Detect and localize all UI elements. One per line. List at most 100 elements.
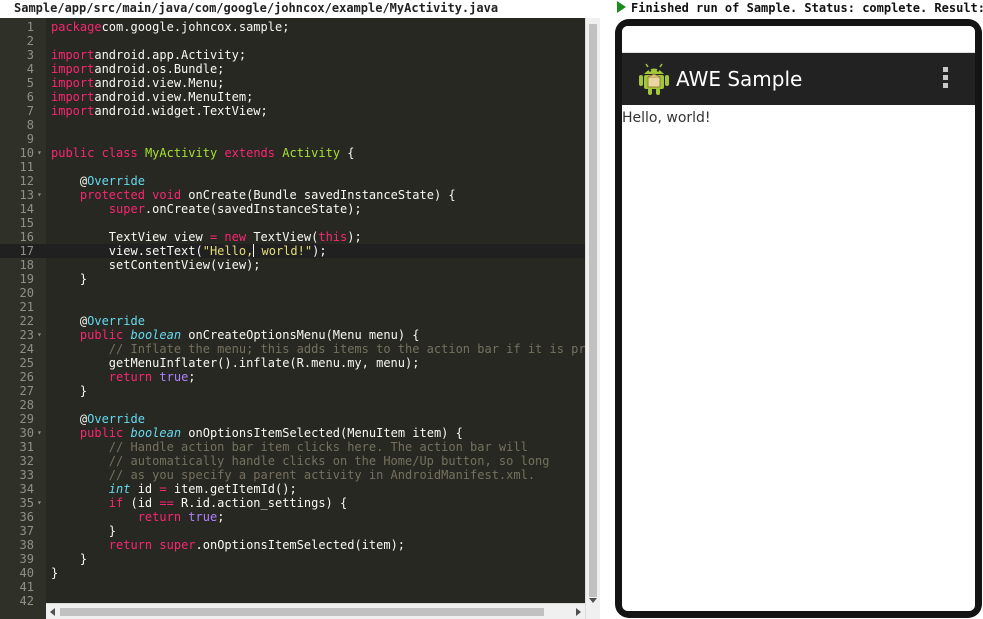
code-text: // as you specify a parent activity in A…	[51, 468, 535, 482]
code-line[interactable]: 9	[0, 132, 585, 146]
code-line[interactable]: 23 ▾ public boolean onCreateOptionsMenu(M…	[0, 328, 585, 342]
code-line[interactable]: 36 return true;	[0, 510, 585, 524]
code-token: android.view.MenuItem;	[94, 90, 254, 104]
line-number: 6	[26, 90, 34, 104]
line-number: 41	[19, 580, 34, 594]
vertical-scroll-thumb[interactable]	[589, 24, 597, 597]
code-line[interactable]: 3 importandroid.app.Activity;	[0, 48, 585, 62]
code-line[interactable]: 1 packagecom.google.johncox.sample;	[0, 20, 585, 34]
horizontal-scrollbar[interactable]	[46, 603, 585, 619]
code-line[interactable]: 12 @Override	[0, 174, 585, 188]
code-line[interactable]: 40}	[0, 566, 585, 580]
code-token: }	[51, 272, 88, 286]
code-text: importandroid.view.MenuItem;	[51, 90, 253, 104]
code-line[interactable]: 31 // Handle action bar item clicks here…	[0, 440, 585, 454]
code-text: @Override	[51, 412, 145, 426]
code-line[interactable]: 2	[0, 34, 585, 48]
code-token: (id	[123, 496, 160, 510]
code-token: }	[51, 384, 88, 398]
line-number: 30	[19, 426, 34, 440]
code-line[interactable]: 11	[0, 160, 585, 174]
vertical-scrollbar[interactable]	[585, 18, 600, 619]
code-token: id	[130, 482, 160, 496]
code-token: {	[340, 146, 355, 160]
code-line[interactable]: 25 getMenuInflater().inflate(R.menu.my, …	[0, 356, 585, 370]
scroll-left-icon[interactable]	[50, 608, 55, 616]
code-line[interactable]: 5 importandroid.view.Menu;	[0, 76, 585, 90]
code-line[interactable]: 16 TextView view = new TextView(this);	[0, 230, 585, 244]
code-line[interactable]: 17 view.setText("Hello, world!");	[0, 244, 585, 258]
line-number: 18	[19, 258, 34, 272]
code-token: world!"	[254, 244, 313, 258]
code-token: ;	[188, 370, 196, 384]
code-token: if	[108, 496, 124, 510]
line-number: 29	[19, 412, 34, 426]
code-line[interactable]: 14 super.onCreate(savedInstanceState);	[0, 202, 585, 216]
code-line[interactable]: 21	[0, 300, 585, 314]
line-number: 39	[19, 552, 34, 566]
code-token: );	[312, 244, 327, 258]
line-number: 27	[19, 384, 34, 398]
code-lines[interactable]: 1 packagecom.google.johncox.sample; 2 3 impo…	[0, 20, 600, 608]
code-line[interactable]: 39 }	[0, 552, 585, 566]
code-line[interactable]: 8	[0, 118, 585, 132]
code-token: public	[51, 146, 95, 160]
line-number: 15	[19, 216, 34, 230]
code-text: }	[51, 524, 116, 538]
code-token: public	[79, 426, 124, 440]
code-line[interactable]: 41	[0, 580, 585, 594]
code-line[interactable]: 28	[0, 398, 585, 412]
code-token: boolean	[130, 426, 182, 440]
code-line[interactable]: 38 return super.onOptionsItemSelected(it…	[0, 538, 585, 552]
overflow-menu-icon[interactable]	[943, 67, 949, 91]
code-line[interactable]: 22 @Override	[0, 314, 585, 328]
horizontal-scroll-thumb[interactable]	[60, 608, 544, 616]
code-token: import	[51, 62, 95, 76]
code-line[interactable]: 10 ▾ public class MyActivity extends Activ…	[0, 146, 585, 160]
code-token: package	[51, 20, 102, 34]
code-line[interactable]: 35 ▾ if (id == R.id.action_settings) {	[0, 496, 585, 510]
code-line[interactable]: 7 importandroid.widget.TextView;	[0, 104, 585, 118]
code-line[interactable]: 37 }	[0, 524, 585, 538]
fold-toggle-icon[interactable]: ▾	[37, 188, 42, 202]
code-line[interactable]: 24 // Inflate the menu; this adds items …	[0, 342, 600, 356]
code-line[interactable]: 20	[0, 286, 585, 300]
code-line[interactable]: 26 return true;	[0, 370, 585, 384]
fold-toggle-icon[interactable]: ▾	[37, 496, 42, 510]
fold-toggle-icon[interactable]: ▾	[37, 146, 42, 160]
code-token: @	[51, 412, 88, 426]
code-line[interactable]: 18 setContentView(view);	[0, 258, 585, 272]
code-line[interactable]: 27 }	[0, 384, 585, 398]
code-token: view.setText(	[51, 244, 203, 258]
code-text: if (id == R.id.action_settings) {	[51, 496, 347, 510]
fold-toggle-icon[interactable]: ▾	[37, 328, 42, 342]
code-editor[interactable]: 1 packagecom.google.johncox.sample; 2 3 impo…	[0, 18, 600, 619]
code-line[interactable]: 15	[0, 216, 585, 230]
code-line[interactable]: 4 importandroid.os.Bundle;	[0, 62, 585, 76]
code-token: onOptionsItemSelected(MenuItem item) {	[181, 426, 463, 440]
line-number: 19	[19, 272, 34, 286]
code-line[interactable]: 29 @Override	[0, 412, 585, 426]
code-line[interactable]: 32 // automatically handle clicks on the…	[0, 454, 585, 468]
scroll-right-icon[interactable]	[576, 608, 581, 616]
code-line[interactable]: 34 int id = item.getItemId();	[0, 482, 585, 496]
scroll-down-icon[interactable]	[589, 598, 597, 603]
code-line[interactable]: 13 ▾ protected void onCreate(Bundle saved…	[0, 188, 585, 202]
code-token: true	[188, 510, 218, 524]
line-number: 17	[19, 244, 34, 258]
code-line[interactable]: 19 }	[0, 272, 585, 286]
code-token: void	[152, 188, 182, 202]
device-screen[interactable]: AWE Sample Hello, world!	[622, 26, 975, 611]
run-play-icon[interactable]	[617, 1, 626, 13]
code-line[interactable]: 30 ▾ public boolean onOptionsItemSelected…	[0, 426, 585, 440]
fold-toggle-icon[interactable]: ▾	[37, 426, 42, 440]
line-number: 8	[26, 118, 34, 132]
line-number: 22	[19, 314, 34, 328]
action-bar: AWE Sample	[622, 53, 975, 105]
code-line[interactable]: 6 importandroid.view.MenuItem;	[0, 90, 585, 104]
code-text: }	[51, 552, 87, 566]
code-line[interactable]: 33 // as you specify a parent activity i…	[0, 468, 585, 482]
